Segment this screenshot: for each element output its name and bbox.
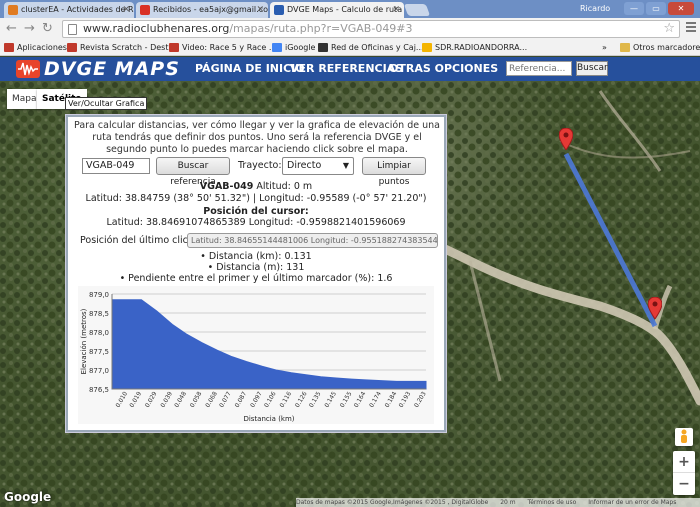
clear-points-button[interactable]: Limpiar puntos — [362, 157, 426, 187]
maximize-icon[interactable]: ▭ — [646, 2, 666, 15]
map-scale[interactable]: 20 m — [500, 499, 515, 506]
bookmark-igoogle[interactable]: iGoogle — [272, 40, 315, 55]
browser-tab-gmail[interactable]: Recibidos - ea5ajx@gmail.co ✕ — [136, 2, 268, 18]
bookmark-video[interactable]: Video: Race 5 y Race ... — [169, 40, 277, 55]
browser-toolbar: ← → ↻ www.radioclubhenares.org/mapas/rut… — [0, 18, 700, 40]
dvge-favicon-icon — [274, 5, 284, 15]
forward-icon[interactable]: → — [24, 21, 35, 37]
bookmarks-bar: Aplicaciones Revista Scratch - Dest... V… — [0, 40, 700, 56]
route-label: Trayecto: — [238, 160, 282, 171]
nav-ver-referencias[interactable]: VER REFERENCIAS — [290, 62, 403, 75]
zoom-out-button[interactable]: − — [673, 473, 695, 495]
y-axis-label: Elevación (metros) — [80, 308, 88, 374]
google-favicon-icon — [272, 43, 282, 52]
browser-tab-dvge[interactable]: DVGE Maps - Calculo de ruta ✕ — [270, 2, 404, 18]
close-tab-icon[interactable]: ✕ — [122, 2, 130, 18]
x-axis-label: Distancia (km) — [243, 415, 294, 423]
bookmark-otros[interactable]: Otros marcadores — [620, 40, 700, 55]
map-attribution: Datos de mapas ©2015 Google,Imágenes ©20… — [296, 498, 700, 507]
bookmark-scratch[interactable]: Revista Scratch - Dest... — [67, 40, 176, 55]
reference-coordinates: Latitud: 38.84759 (38° 50' 51.32") | Lon… — [85, 193, 427, 204]
browser-tabbar: clusterEA - Actividades de R ✕ Recibidos… — [0, 0, 700, 18]
reload-icon[interactable]: ↻ — [42, 21, 53, 37]
last-click-field[interactable]: Latitud: 38.84655144481006 Longitud: -0.… — [187, 233, 438, 248]
bookmark-star-icon[interactable]: ☆ — [663, 21, 675, 37]
tab-title: Recibidos - ea5ajx@gmail.co — [153, 5, 268, 14]
google-logo: Google — [4, 490, 52, 504]
site-header: DVGE MAPS PÁGINA DE INICIO VER REFERENCI… — [0, 57, 700, 81]
logo-text: DVGE MAPS — [44, 58, 180, 80]
dropdown-arrow-icon: ▼ — [342, 161, 349, 170]
slope-percent: • Pendiente entre el primer y el último … — [119, 273, 393, 284]
street-view-pegman-icon[interactable] — [675, 428, 693, 446]
window-close-icon[interactable]: ✕ — [668, 2, 694, 15]
nav-inicio[interactable]: PÁGINA DE INICIO — [195, 62, 305, 75]
y-tick-label: 878,5 — [89, 310, 109, 318]
y-tick-label: 877,0 — [89, 367, 109, 375]
distance-km: • Distancia (km): 0.131 — [200, 251, 312, 262]
address-bar[interactable]: www.radioclubhenares.org/mapas/ruta.php?… — [62, 20, 680, 38]
search-reference-button[interactable]: Buscar referencia — [156, 157, 230, 187]
bank-favicon-icon — [318, 43, 328, 52]
y-tick-label: 879,0 — [89, 291, 109, 299]
end-marker-icon[interactable] — [648, 297, 662, 319]
scratch-favicon-icon — [67, 43, 77, 52]
video-favicon-icon — [169, 43, 179, 52]
reference-search-input[interactable] — [506, 61, 572, 76]
bookmark-red-oficinas[interactable]: Red de Oficinas y Caj... — [318, 40, 424, 55]
waveform-icon — [16, 60, 40, 78]
close-tab-icon[interactable]: ✕ — [392, 2, 400, 18]
url-text: www.radioclubhenares.org/mapas/ruta.php?… — [83, 22, 413, 35]
cursor-coordinates: Latitud: 38.84691074865389 Longitud: -0.… — [106, 217, 406, 228]
close-tab-icon[interactable]: ✕ — [256, 2, 264, 18]
browser-menu-icon[interactable] — [686, 22, 696, 34]
terms-link[interactable]: Términos de uso — [528, 499, 577, 506]
new-tab-button[interactable] — [403, 4, 431, 16]
map-copyright: Datos de mapas ©2015 Google,Imágenes ©20… — [296, 499, 489, 506]
search-button[interactable]: Buscar — [576, 61, 608, 76]
chart-toggle-tooltip[interactable]: Ver/Ocultar Grafica — [65, 97, 148, 110]
browser-user[interactable]: Ricardo — [580, 2, 610, 16]
tab-title: clusterEA - Actividades de R — [21, 5, 134, 14]
cluster-favicon-icon — [8, 5, 18, 15]
minimize-icon[interactable]: — — [624, 2, 644, 15]
zoom-in-button[interactable]: + — [673, 451, 695, 473]
distance-m: • Distancia (m): 131 — [207, 262, 305, 273]
apps-grid-icon — [4, 43, 14, 52]
page-icon — [68, 24, 77, 35]
y-tick-label: 877,5 — [89, 348, 109, 356]
bookmark-sdr[interactable]: SDR.RADIOANDORRA... — [422, 40, 527, 55]
y-tick-label: 876,5 — [89, 386, 109, 394]
gmail-favicon-icon — [140, 5, 150, 15]
bookmarks-overflow-icon[interactable]: » — [602, 40, 607, 55]
y-tick-label: 878,0 — [89, 329, 109, 337]
report-error-link[interactable]: Informar de un error de Maps — [588, 499, 676, 506]
route-type-select[interactable]: Directo ▼ — [282, 157, 354, 175]
folder-icon — [620, 43, 630, 52]
tab-title: DVGE Maps - Calculo de ruta — [287, 5, 403, 14]
reference-name-line: VGAB-049 Altitud: 0 m — [199, 181, 313, 192]
last-click-row: Posición del último click: Latitud: 38.8… — [68, 233, 444, 249]
route-controls: VGAB-049 Buscar referencia Trayecto: Dir… — [68, 157, 444, 187]
elevation-chart[interactable]: 879,0878,5878,0877,5877,0876,50.010 0.019… — [78, 286, 434, 424]
browser-tab-cluster[interactable]: clusterEA - Actividades de R ✕ — [4, 2, 134, 18]
panel-instructions: Para calcular distancias, ver cómo llega… — [74, 120, 440, 155]
distance-results: • Distancia (km): 0.131 • Distancia (m):… — [68, 251, 444, 284]
last-click-label: Posición del último click: — [80, 235, 197, 246]
radio-favicon-icon — [422, 43, 432, 52]
start-marker-icon[interactable] — [559, 128, 573, 150]
zoom-control: + − — [673, 451, 695, 495]
reference-input[interactable]: VGAB-049 — [82, 158, 150, 174]
nav-otras-opciones[interactable]: OTRAS OPCIONES — [389, 62, 498, 75]
route-panel: Para calcular distancias, ver cómo llega… — [66, 115, 446, 432]
bookmark-apps[interactable]: Aplicaciones — [4, 40, 67, 55]
back-icon[interactable]: ← — [6, 21, 17, 37]
